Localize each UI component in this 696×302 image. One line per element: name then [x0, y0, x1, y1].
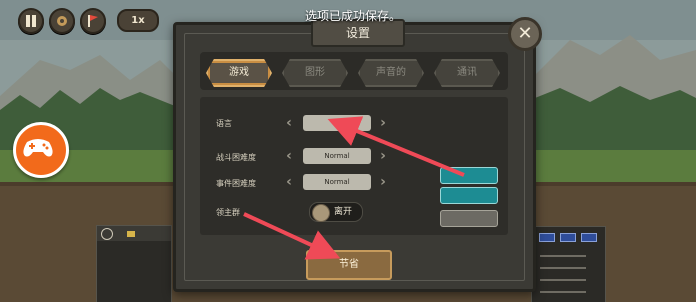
language-next-button[interactable]: › [377, 116, 389, 130]
chevron-right-icon: › [380, 148, 386, 164]
close-button[interactable]: ✕ [508, 17, 542, 51]
save-toast: 选项已成功保存。 [304, 9, 401, 23]
settings-button[interactable] [49, 8, 75, 34]
gamepad-button[interactable] [13, 122, 69, 178]
resource-chip [560, 233, 576, 242]
resource-line [540, 291, 586, 293]
save-button[interactable]: 节省 [306, 250, 392, 280]
language-value [303, 115, 371, 131]
resource-card [531, 226, 606, 302]
resource-chip [581, 233, 597, 242]
tab-game[interactable]: 游戏 [206, 59, 272, 87]
side-button-1[interactable] [440, 167, 498, 184]
resource-line [540, 255, 586, 257]
event-difficulty-prev-button[interactable]: ‹ [283, 175, 295, 189]
unit-card [96, 225, 172, 302]
toggle-knob [312, 204, 330, 222]
chevron-left-icon: ‹ [286, 174, 292, 190]
battle-difficulty-next-button[interactable]: › [377, 149, 389, 163]
lord-group-value: 离开 [334, 207, 353, 217]
info-icon [101, 228, 113, 240]
event-difficulty-next-button[interactable]: › [377, 175, 389, 189]
side-button-2[interactable] [440, 187, 498, 204]
chevron-left-icon: ‹ [286, 115, 292, 131]
lord-group-toggle[interactable]: 离开 [309, 202, 363, 222]
flag-button[interactable] [80, 8, 106, 34]
lightning-icon [127, 231, 135, 237]
battle-difficulty-value: Normal [303, 148, 371, 164]
close-icon: ✕ [517, 23, 533, 44]
speed-toggle[interactable]: 1x [117, 9, 159, 32]
chevron-right-icon: › [380, 115, 386, 131]
event-difficulty-value: Normal [303, 174, 371, 190]
resource-chip [539, 233, 555, 242]
chevron-left-icon: ‹ [286, 148, 292, 164]
tab-graphics[interactable]: 图形 [282, 59, 348, 87]
side-button-3[interactable] [440, 210, 498, 227]
language-prev-button[interactable]: ‹ [283, 116, 295, 130]
tab-bar: 游戏 图形 声音的 通讯 [200, 52, 508, 90]
lord-group-label: 领主群 [216, 208, 240, 217]
language-label: 语言 [216, 119, 232, 128]
chevron-right-icon: › [380, 174, 386, 190]
pause-button[interactable] [18, 8, 44, 34]
battle-difficulty-prev-button[interactable]: ‹ [283, 149, 295, 163]
resource-line [540, 279, 586, 281]
resource-line [540, 267, 586, 269]
game-scene: 1x 设置 选项已成功保存。 ✕ 游戏 图形 声音的 通讯 语言 ‹ › 战斗困… [0, 0, 696, 302]
tab-communication[interactable]: 通讯 [434, 59, 500, 87]
event-difficulty-label: 事件困难度 [216, 179, 256, 188]
battle-difficulty-label: 战斗困难度 [216, 153, 256, 162]
tab-sound[interactable]: 声音的 [358, 59, 424, 87]
